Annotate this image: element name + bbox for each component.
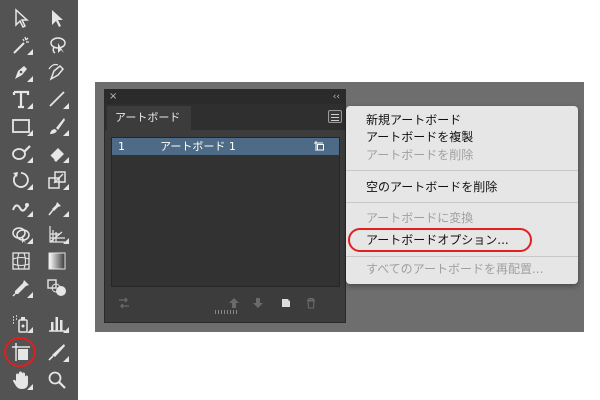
- symbol-sprayer-tool[interactable]: [8, 311, 34, 335]
- type-tool[interactable]: [8, 87, 34, 111]
- artboard-row[interactable]: 1 アートボード 1: [112, 138, 339, 155]
- mesh-icon: [12, 252, 30, 270]
- menu-item-convert-to-artboards: アートボードに変換: [366, 211, 474, 225]
- lasso-tool[interactable]: [44, 33, 70, 57]
- arrow-filled-icon: [52, 10, 63, 27]
- gradient-icon: [48, 252, 66, 270]
- menu-item-delete-artboard: アートボードを削除: [366, 148, 474, 162]
- hamburger-icon-line: [331, 117, 339, 118]
- collapse-icon[interactable]: ‹‹: [333, 90, 340, 104]
- trash-icon[interactable]: [304, 296, 318, 310]
- mesh-tool[interactable]: [8, 249, 34, 273]
- menu-item-duplicate-artboard[interactable]: アートボードを複製: [366, 129, 473, 145]
- menu-item-new-artboard[interactable]: 新規アートボード: [366, 112, 461, 128]
- arrow-outline-icon: [15, 8, 29, 29]
- menu-item-delete-empty-artboards[interactable]: 空のアートボードを削除: [366, 179, 497, 195]
- move-down-icon[interactable]: [251, 296, 265, 310]
- menu-separator: [346, 170, 578, 171]
- panel-title-strip[interactable]: × ‹‹: [105, 90, 345, 104]
- slice-tool[interactable]: [44, 340, 70, 364]
- direct-selection-tool[interactable]: [44, 6, 70, 30]
- warp-tool[interactable]: [8, 195, 34, 219]
- rectangle-tool[interactable]: [8, 114, 34, 138]
- scale-tool[interactable]: [44, 168, 70, 192]
- menu-item-rearrange-all-artboards: すべてのアートボードを再配置...: [366, 262, 544, 276]
- menu-separator: [346, 202, 578, 203]
- shaper-tool[interactable]: [8, 141, 34, 165]
- hamburger-icon-line: [331, 120, 339, 121]
- rearrange-icon[interactable]: [117, 296, 131, 310]
- artboard-row-number: 1: [118, 140, 125, 153]
- artboards-panel: × ‹‹ アートボード 1 アートボード 1: [104, 89, 346, 323]
- new-artboard-icon[interactable]: [279, 296, 293, 310]
- panel-menu-button[interactable]: [328, 110, 342, 123]
- artboard-options-icon[interactable]: [314, 141, 325, 151]
- hamburger-icon-line: [331, 114, 339, 115]
- menu-item-artboard-options[interactable]: アートボードオプション...: [366, 232, 509, 248]
- shape-builder-tool[interactable]: [8, 222, 34, 246]
- zoom-tool[interactable]: [44, 368, 70, 392]
- puppet-warp-tool[interactable]: [44, 195, 70, 219]
- artboard-list: 1 アートボード 1: [111, 137, 340, 287]
- artboard-tool[interactable]: [8, 340, 34, 364]
- hand-tool[interactable]: [8, 368, 34, 392]
- lasso-icon: [50, 37, 66, 54]
- menu-separator: [346, 256, 578, 257]
- panel-tab-bar: アートボード: [105, 104, 345, 130]
- pen-tool[interactable]: [8, 60, 34, 84]
- close-icon[interactable]: ×: [109, 90, 117, 104]
- eyedropper-tool[interactable]: [8, 276, 34, 300]
- blend-icon: [47, 279, 66, 296]
- paintbrush-tool[interactable]: [44, 114, 70, 138]
- tab-artboards[interactable]: アートボード: [107, 106, 191, 130]
- line-tool[interactable]: [44, 87, 70, 111]
- resize-grip[interactable]: [215, 310, 237, 314]
- magnifier-icon: [48, 371, 66, 389]
- curvature-tool[interactable]: [44, 60, 70, 84]
- blend-tool[interactable]: [44, 276, 70, 300]
- column-graph-tool[interactable]: [44, 311, 70, 335]
- tools-panel: [0, 0, 78, 400]
- rotate-tool[interactable]: [8, 168, 34, 192]
- artboard-icon: [12, 343, 30, 361]
- panel-flyout-menu: 新規アートボード アートボードを複製 アートボードを削除 空のアートボードを削除…: [346, 106, 578, 284]
- gradient-tool[interactable]: [44, 249, 70, 273]
- curvature-pen-icon: [48, 63, 65, 81]
- magic-wand-tool[interactable]: [8, 33, 34, 57]
- move-up-icon[interactable]: [227, 296, 241, 310]
- eraser-tool[interactable]: [44, 141, 70, 165]
- selection-tool[interactable]: [8, 6, 34, 30]
- panel-footer: [105, 291, 345, 315]
- artboard-row-name[interactable]: アートボード 1: [160, 138, 236, 155]
- perspective-grid-tool[interactable]: [44, 222, 70, 246]
